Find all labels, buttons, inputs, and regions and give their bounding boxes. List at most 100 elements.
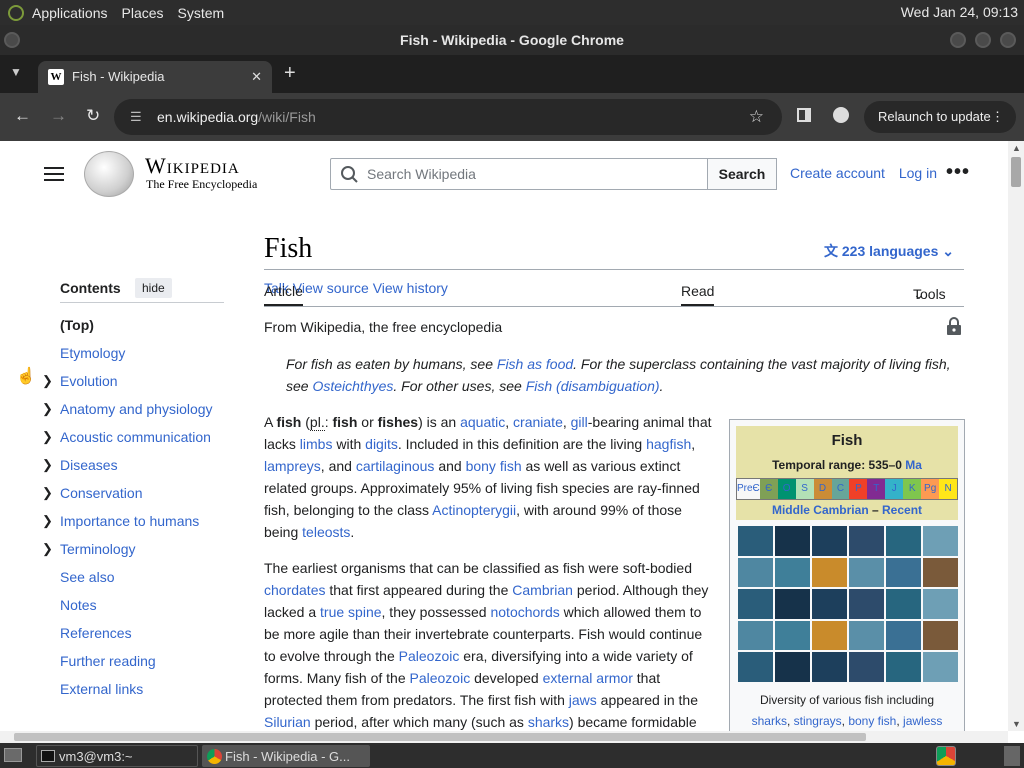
link-silurian[interactable]: Silurian: [264, 714, 311, 730]
link-jaws[interactable]: jaws: [569, 692, 597, 708]
chrome-tray-icon[interactable]: [936, 746, 956, 766]
tab-search-icon[interactable]: ▼: [10, 65, 22, 79]
timeline-period[interactable]: PreЄ: [737, 479, 760, 499]
toc-item-conservation[interactable]: ❯ Conservation: [42, 481, 224, 509]
menu-applications[interactable]: Applications: [32, 5, 108, 21]
link-paleozoic[interactable]: Paleozoic: [410, 670, 471, 686]
fish-diversity-image[interactable]: [738, 526, 958, 682]
toc-item-evolution[interactable]: ❯ Evolution: [42, 369, 224, 397]
link-gill[interactable]: gill: [571, 414, 588, 430]
protection-lock-icon[interactable]: [946, 317, 962, 335]
menu-system[interactable]: System: [178, 5, 225, 21]
link-bony-fish[interactable]: bony fish: [466, 458, 522, 474]
tab-article[interactable]: Article: [264, 283, 303, 306]
chevron-right-icon[interactable]: ❯: [42, 397, 53, 421]
site-info-icon[interactable]: ☰: [130, 99, 142, 135]
search-button[interactable]: Search: [707, 158, 777, 190]
wikipedia-globe-logo[interactable]: [84, 151, 134, 197]
link-hagfish[interactable]: hagfish: [646, 436, 691, 452]
chevron-right-icon[interactable]: ❯: [42, 481, 53, 505]
workspace-switcher[interactable]: [1004, 746, 1020, 766]
timeline-period[interactable]: T: [867, 479, 886, 499]
scroll-up-icon[interactable]: ▲: [1012, 143, 1021, 153]
link-limbs[interactable]: limbs: [300, 436, 333, 452]
hatnote-link-disambiguation[interactable]: Fish (disambiguation): [526, 378, 660, 394]
taskbar-chrome[interactable]: Fish - Wikipedia - G...: [202, 745, 370, 767]
timeline-period[interactable]: O: [777, 479, 796, 499]
link-sharks[interactable]: sharks: [528, 714, 569, 730]
tab-view-source[interactable]: View source: [293, 280, 369, 296]
timeline-period[interactable]: S: [795, 479, 814, 499]
link-ma[interactable]: Ma: [905, 458, 922, 472]
link-external-armor[interactable]: external armor: [543, 670, 633, 686]
tab-read[interactable]: Read: [681, 283, 715, 306]
link-bony-fish[interactable]: bony fish: [848, 714, 896, 728]
wikipedia-wordmark[interactable]: Wikipedia: [145, 153, 240, 179]
toc-item-further-reading[interactable]: Further reading: [60, 649, 224, 677]
forward-icon[interactable]: →: [50, 107, 67, 125]
back-icon[interactable]: ←: [14, 107, 31, 125]
timeline-period[interactable]: C: [831, 479, 850, 499]
profile-icon[interactable]: [833, 107, 849, 123]
link-jawless[interactable]: jawless: [903, 714, 942, 728]
toc-item-external-links[interactable]: External links: [60, 677, 224, 705]
link-notochords[interactable]: notochords: [490, 604, 559, 620]
chevron-right-icon[interactable]: ❯: [42, 537, 53, 561]
link-sharks[interactable]: sharks: [752, 714, 787, 728]
scrollbar-thumb[interactable]: [14, 733, 866, 741]
close-tab-icon[interactable]: ✕: [251, 61, 262, 93]
vertical-scrollbar[interactable]: ▲ ▼: [1008, 141, 1024, 731]
relaunch-button[interactable]: Relaunch to update ⋮: [864, 101, 1016, 133]
link-aquatic[interactable]: aquatic: [460, 414, 505, 430]
login-link[interactable]: Log in: [899, 165, 937, 181]
toc-item-diseases[interactable]: ❯ Diseases: [42, 453, 224, 481]
toc-item-see-also[interactable]: See also: [60, 565, 224, 593]
toc-item-top[interactable]: (Top): [60, 313, 224, 341]
timeline-period[interactable]: K: [903, 479, 922, 499]
toc-item-notes[interactable]: Notes: [60, 593, 224, 621]
minimize-icon[interactable]: [950, 32, 966, 48]
show-desktop-icon[interactable]: [4, 748, 22, 762]
link-true-spine[interactable]: true spine: [320, 604, 381, 620]
more-options-icon[interactable]: •••: [946, 161, 970, 184]
link-stingrays[interactable]: stingrays: [794, 714, 842, 728]
distro-logo-icon[interactable]: [8, 4, 24, 21]
maximize-icon[interactable]: [975, 32, 991, 48]
scrollbar-thumb[interactable]: [1011, 157, 1021, 187]
link-cambrian[interactable]: Cambrian: [512, 582, 573, 598]
window-menu-icon[interactable]: [4, 32, 20, 48]
close-window-icon[interactable]: [1000, 32, 1016, 48]
link-cartilaginous[interactable]: cartilaginous: [356, 458, 435, 474]
tab-fish-wikipedia[interactable]: W Fish - Wikipedia ✕: [38, 61, 272, 93]
tab-view-history[interactable]: View history: [373, 280, 448, 296]
clock[interactable]: Wed Jan 24, 09:13: [901, 4, 1018, 20]
timeline-period[interactable]: Є: [759, 479, 778, 499]
new-tab-icon[interactable]: +: [284, 63, 296, 83]
search-input[interactable]: Search Wikipedia: [330, 158, 708, 190]
create-account-link[interactable]: Create account: [790, 165, 885, 181]
link-digits[interactable]: digits: [365, 436, 398, 452]
toc-item-importance[interactable]: ❯ Importance to humans: [42, 509, 224, 537]
taskbar-terminal[interactable]: vm3@vm3:~: [36, 745, 198, 767]
hatnote-link-osteichthyes[interactable]: Osteichthyes: [312, 378, 393, 394]
chevron-right-icon[interactable]: ❯: [42, 509, 53, 533]
link-teleosts[interactable]: teleosts: [302, 524, 350, 540]
horizontal-scrollbar[interactable]: [0, 731, 1008, 743]
toc-item-terminology[interactable]: ❯ Terminology: [42, 537, 224, 565]
link-paleozoic[interactable]: Paleozoic: [399, 648, 460, 664]
kebab-menu-icon[interactable]: ⋮: [991, 101, 1004, 133]
timeline-period[interactable]: Pg: [921, 479, 940, 499]
toc-item-anatomy[interactable]: ❯ Anatomy and physiology: [42, 397, 224, 425]
toc-item-etymology[interactable]: Etymology: [60, 341, 224, 369]
timeline-period[interactable]: P: [849, 479, 868, 499]
chevron-right-icon[interactable]: ❯: [42, 425, 53, 449]
link-actinopterygii[interactable]: Actinopterygii: [432, 502, 516, 518]
toc-item-references[interactable]: References: [60, 621, 224, 649]
bookmark-star-icon[interactable]: ☆: [749, 99, 764, 135]
menu-places[interactable]: Places: [122, 5, 164, 21]
timeline-period[interactable]: N: [939, 479, 958, 499]
language-button[interactable]: 文 223 languages ⌄: [824, 241, 954, 261]
chevron-right-icon[interactable]: ❯: [42, 369, 53, 393]
toc-item-acoustic[interactable]: ❯ Acoustic communication: [42, 425, 224, 453]
main-menu-icon[interactable]: [44, 167, 64, 181]
